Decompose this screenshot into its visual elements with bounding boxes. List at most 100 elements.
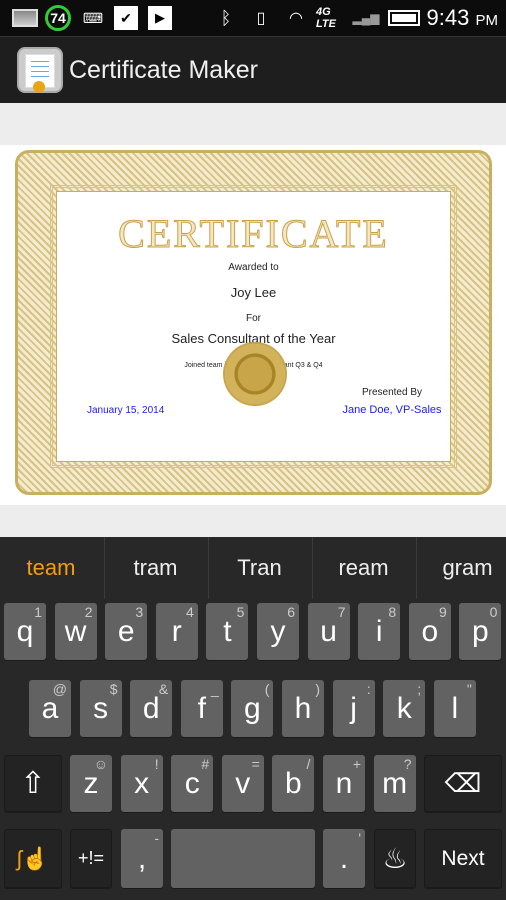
vibrate-icon: ▯ — [256, 10, 266, 27]
presenter-name: Jane Doe, VP-Sales — [342, 404, 442, 416]
key-a[interactable]: a @ — [29, 680, 71, 737]
key-p[interactable]: p0 — [459, 603, 502, 660]
period-key-alt: ' — [358, 830, 361, 846]
next-key-label: Next — [441, 846, 485, 870]
app-icon[interactable] — [17, 47, 63, 93]
key-x-alt: ! — [154, 756, 159, 772]
for-label: For — [246, 313, 261, 324]
key-t[interactable]: t5 — [206, 603, 249, 660]
key-f[interactable]: f _ — [180, 680, 223, 737]
dragon-voice-key[interactable]: ♨ — [374, 829, 416, 888]
comma-key[interactable]: ,- — [121, 829, 163, 888]
key-w-alt: 2 — [84, 604, 93, 620]
key-o[interactable]: o9 — [408, 603, 451, 660]
key-z[interactable]: z ☺ — [70, 755, 112, 812]
suggestion-ream[interactable]: ream — [312, 537, 414, 599]
key-t-alt: 5 — [236, 604, 245, 620]
space-key[interactable] — [171, 829, 315, 888]
award-date: January 15, 2014 — [87, 405, 165, 416]
key-v-label: v — [235, 766, 251, 800]
symbols-key[interactable]: +!= — [70, 829, 112, 888]
suggestion-Tran[interactable]: Tran — [208, 537, 310, 599]
key-l-label: l — [451, 691, 459, 725]
key-d[interactable]: d & — [130, 680, 173, 737]
suggestion-tram[interactable]: tram — [104, 537, 206, 599]
key-c[interactable]: c # — [171, 755, 214, 812]
certificate-preview[interactable]: CERTIFICATE Awarded to Joy Lee For Sales… — [0, 145, 506, 505]
key-a-alt: @ — [52, 681, 67, 697]
key-w[interactable]: w2 — [54, 603, 97, 660]
period-key[interactable]: . ' — [323, 829, 365, 888]
comma-key-alt: - — [154, 830, 159, 846]
key-k-alt: ; — [417, 681, 422, 697]
key-b-alt: / — [306, 756, 311, 772]
comma-key-label: , — [137, 841, 147, 875]
shift-key[interactable]: ⇧ — [4, 755, 62, 812]
next-key[interactable]: Next — [424, 829, 502, 888]
key-i-alt: 8 — [388, 604, 397, 620]
key-x-label: x — [134, 766, 150, 800]
swype-key[interactable]: ʃ☝ — [4, 829, 62, 888]
key-l[interactable]: l " — [433, 680, 476, 737]
key-c-label: c — [184, 766, 200, 800]
awarded-label: Awarded to — [228, 262, 279, 273]
key-m[interactable]: m? — [373, 755, 416, 812]
key-m-alt: ? — [403, 756, 412, 772]
key-u-label: u — [320, 614, 337, 648]
wifi-icon: ◠ — [289, 10, 303, 27]
key-b[interactable]: b / — [272, 755, 315, 812]
bluetooth-icon: ᛒ — [220, 7, 232, 28]
clock-time: 9:43 — [426, 5, 470, 30]
dragon-voice-key-label: ♨ — [382, 843, 408, 874]
key-u-alt: 7 — [337, 604, 346, 620]
key-u[interactable]: u7 — [307, 603, 350, 660]
key-c-alt: # — [201, 756, 210, 772]
key-g-alt: ( — [264, 681, 270, 697]
key-g[interactable]: g( — [231, 680, 274, 737]
suggestion-gram[interactable]: gram — [416, 537, 506, 599]
key-r-alt: 4 — [186, 604, 194, 620]
key-w-label: w — [64, 614, 87, 648]
key-r-label: r — [171, 614, 182, 648]
key-q-label: q — [16, 614, 34, 648]
key-n[interactable]: n + — [323, 755, 365, 812]
certificate-border: CERTIFICATE Awarded to Joy Lee For Sales… — [15, 150, 492, 495]
key-b-label: b — [285, 766, 302, 800]
key-s[interactable]: s $ — [79, 680, 122, 737]
4g-lte-icon: 4G LTE — [316, 6, 336, 30]
key-n-alt: + — [352, 756, 361, 772]
key-z-alt: ☺ — [93, 756, 108, 772]
period-key-label: . — [339, 841, 349, 875]
battery-icon — [388, 10, 420, 26]
key-q-alt: 1 — [34, 604, 42, 620]
key-e-label: e — [117, 614, 135, 648]
key-f-label: f — [197, 691, 206, 725]
key-k[interactable]: k; — [383, 680, 426, 737]
key-v[interactable]: v = — [221, 755, 264, 812]
backspace-key[interactable]: ⌫ — [424, 755, 502, 812]
key-y[interactable]: y6 — [257, 603, 299, 660]
shift-key-label: ⇧ — [20, 767, 46, 800]
key-i[interactable]: i8 — [358, 603, 401, 660]
key-r[interactable]: r4 — [155, 603, 198, 660]
recipient-name: Joy Lee — [230, 285, 277, 300]
key-y-label: y — [270, 614, 286, 648]
keyboard-icon: ⌨ — [82, 9, 104, 26]
key-p-label: p — [472, 614, 489, 648]
gallery-icon — [12, 9, 38, 27]
key-h[interactable]: h) — [282, 680, 324, 737]
key-e[interactable]: e3 — [105, 603, 148, 660]
key-k-label: k — [396, 691, 412, 725]
gold-seal-icon — [225, 344, 285, 404]
certificate-body: CERTIFICATE Awarded to Joy Lee For Sales… — [50, 185, 457, 468]
key-j[interactable]: j: — [332, 680, 375, 737]
swype-key-label: ʃ☝ — [16, 845, 50, 871]
key-h-alt: ) — [315, 681, 320, 697]
key-s-alt: $ — [109, 681, 118, 697]
key-y-alt: 6 — [287, 604, 295, 620]
key-p-alt: 0 — [489, 604, 498, 620]
key-q[interactable]: q1 — [4, 603, 46, 660]
key-x[interactable]: x! — [120, 755, 163, 812]
suggestion-bar: team tram Tran ream gram — [0, 537, 506, 599]
suggestion-team[interactable]: team — [0, 537, 102, 599]
